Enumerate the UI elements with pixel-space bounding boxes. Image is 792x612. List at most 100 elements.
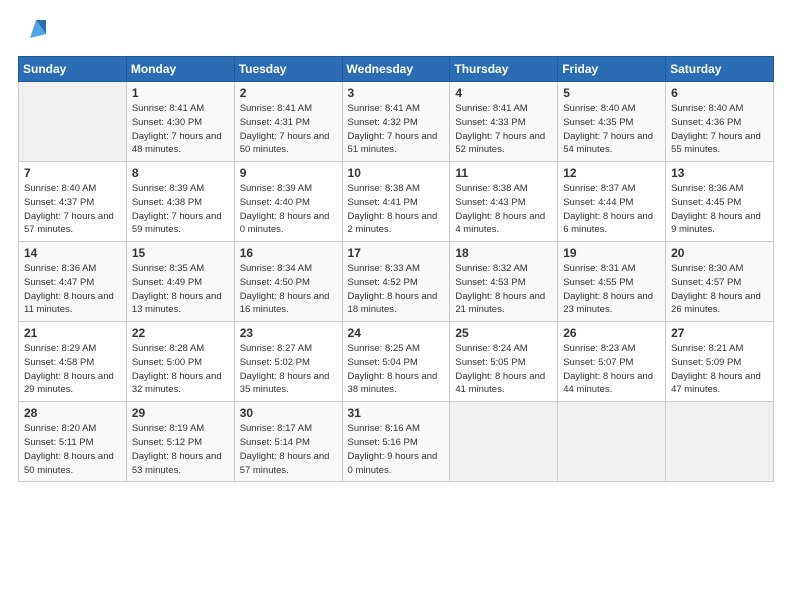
calendar-cell: 6 Sunrise: 8:40 AM Sunset: 4:36 PM Daylig… xyxy=(666,82,774,162)
day-number: 10 xyxy=(348,166,445,180)
calendar-cell: 30 Sunrise: 8:17 AM Sunset: 5:14 PM Dayli… xyxy=(234,402,342,482)
day-number: 6 xyxy=(671,86,768,100)
calendar-cell: 19 Sunrise: 8:31 AM Sunset: 4:55 PM Dayli… xyxy=(558,242,666,322)
calendar-cell: 22 Sunrise: 8:28 AM Sunset: 5:00 PM Dayli… xyxy=(126,322,234,402)
calendar-cell: 11 Sunrise: 8:38 AM Sunset: 4:43 PM Dayli… xyxy=(450,162,558,242)
day-number: 4 xyxy=(455,86,552,100)
day-number: 8 xyxy=(132,166,229,180)
day-number: 19 xyxy=(563,246,660,260)
calendar-cell: 15 Sunrise: 8:35 AM Sunset: 4:49 PM Dayli… xyxy=(126,242,234,322)
calendar-cell: 1 Sunrise: 8:41 AM Sunset: 4:30 PM Daylig… xyxy=(126,82,234,162)
logo xyxy=(18,16,52,46)
day-number: 12 xyxy=(563,166,660,180)
day-info: Sunrise: 8:35 AM Sunset: 4:49 PM Dayligh… xyxy=(132,262,229,317)
day-number: 1 xyxy=(132,86,229,100)
day-header: Thursday xyxy=(450,57,558,82)
calendar-cell: 26 Sunrise: 8:23 AM Sunset: 5:07 PM Dayli… xyxy=(558,322,666,402)
day-number: 26 xyxy=(563,326,660,340)
calendar-week: 14Sunrise: 8:36 AM Sunset: 4:47 PM Dayli… xyxy=(19,242,774,322)
day-info: Sunrise: 8:23 AM Sunset: 5:07 PM Dayligh… xyxy=(563,342,660,397)
calendar-cell: 12 Sunrise: 8:37 AM Sunset: 4:44 PM Dayli… xyxy=(558,162,666,242)
calendar-cell: 10 Sunrise: 8:38 AM Sunset: 4:41 PM Dayli… xyxy=(342,162,450,242)
day-number: 14 xyxy=(24,246,121,260)
calendar-cell: 4Sunrise: 8:41 AM Sunset: 4:33 PM Daylig… xyxy=(450,82,558,162)
calendar-cell: 21 Sunrise: 8:29 AM Sunset: 4:58 PM Dayli… xyxy=(19,322,127,402)
day-number: 20 xyxy=(671,246,768,260)
day-number: 17 xyxy=(348,246,445,260)
day-number: 27 xyxy=(671,326,768,340)
calendar-table: SundayMondayTuesdayWednesdayThursdayFrid… xyxy=(18,56,774,482)
day-info: Sunrise: 8:38 AM Sunset: 4:43 PM Dayligh… xyxy=(455,182,552,237)
day-info: Sunrise: 8:41 AM Sunset: 4:31 PM Dayligh… xyxy=(240,102,337,157)
calendar-page: SundayMondayTuesdayWednesdayThursdayFrid… xyxy=(0,0,792,612)
day-info: Sunrise: 8:17 AM Sunset: 5:14 PM Dayligh… xyxy=(240,422,337,477)
calendar-cell: 8 Sunrise: 8:39 AM Sunset: 4:38 PM Daylig… xyxy=(126,162,234,242)
calendar-week: 1 Sunrise: 8:41 AM Sunset: 4:30 PM Daylig… xyxy=(19,82,774,162)
calendar-week: 7 Sunrise: 8:40 AM Sunset: 4:37 PM Daylig… xyxy=(19,162,774,242)
day-number: 7 xyxy=(24,166,121,180)
calendar-week: 28Sunrise: 8:20 AM Sunset: 5:11 PM Dayli… xyxy=(19,402,774,482)
calendar-cell xyxy=(450,402,558,482)
day-number: 21 xyxy=(24,326,121,340)
calendar-cell: 16 Sunrise: 8:34 AM Sunset: 4:50 PM Dayli… xyxy=(234,242,342,322)
day-header: Sunday xyxy=(19,57,127,82)
calendar-cell xyxy=(19,82,127,162)
calendar-cell: 17 Sunrise: 8:33 AM Sunset: 4:52 PM Dayli… xyxy=(342,242,450,322)
day-info: Sunrise: 8:25 AM Sunset: 5:04 PM Dayligh… xyxy=(348,342,445,397)
day-info: Sunrise: 8:27 AM Sunset: 5:02 PM Dayligh… xyxy=(240,342,337,397)
calendar-cell: 25 Sunrise: 8:24 AM Sunset: 5:05 PM Dayli… xyxy=(450,322,558,402)
day-info: Sunrise: 8:28 AM Sunset: 5:00 PM Dayligh… xyxy=(132,342,229,397)
day-number: 28 xyxy=(24,406,121,420)
calendar-cell: 20 Sunrise: 8:30 AM Sunset: 4:57 PM Dayli… xyxy=(666,242,774,322)
day-number: 13 xyxy=(671,166,768,180)
calendar-cell: 13 Sunrise: 8:36 AM Sunset: 4:45 PM Dayli… xyxy=(666,162,774,242)
day-number: 15 xyxy=(132,246,229,260)
calendar-cell: 29 Sunrise: 8:19 AM Sunset: 5:12 PM Dayli… xyxy=(126,402,234,482)
calendar-cell: 3Sunrise: 8:41 AM Sunset: 4:32 PM Daylig… xyxy=(342,82,450,162)
day-info: Sunrise: 8:31 AM Sunset: 4:55 PM Dayligh… xyxy=(563,262,660,317)
day-number: 11 xyxy=(455,166,552,180)
day-info: Sunrise: 8:38 AM Sunset: 4:41 PM Dayligh… xyxy=(348,182,445,237)
day-info: Sunrise: 8:29 AM Sunset: 4:58 PM Dayligh… xyxy=(24,342,121,397)
day-info: Sunrise: 8:30 AM Sunset: 4:57 PM Dayligh… xyxy=(671,262,768,317)
day-number: 25 xyxy=(455,326,552,340)
day-info: Sunrise: 8:40 AM Sunset: 4:35 PM Dayligh… xyxy=(563,102,660,157)
day-info: Sunrise: 8:16 AM Sunset: 5:16 PM Dayligh… xyxy=(348,422,445,477)
day-info: Sunrise: 8:19 AM Sunset: 5:12 PM Dayligh… xyxy=(132,422,229,477)
calendar-cell: 5Sunrise: 8:40 AM Sunset: 4:35 PM Daylig… xyxy=(558,82,666,162)
day-info: Sunrise: 8:41 AM Sunset: 4:30 PM Dayligh… xyxy=(132,102,229,157)
calendar-cell: 2 Sunrise: 8:41 AM Sunset: 4:31 PM Daylig… xyxy=(234,82,342,162)
day-info: Sunrise: 8:40 AM Sunset: 4:36 PM Dayligh… xyxy=(671,102,768,157)
logo-icon xyxy=(18,16,48,46)
calendar-cell: 31Sunrise: 8:16 AM Sunset: 5:16 PM Dayli… xyxy=(342,402,450,482)
calendar-cell: 7 Sunrise: 8:40 AM Sunset: 4:37 PM Daylig… xyxy=(19,162,127,242)
day-info: Sunrise: 8:21 AM Sunset: 5:09 PM Dayligh… xyxy=(671,342,768,397)
day-info: Sunrise: 8:34 AM Sunset: 4:50 PM Dayligh… xyxy=(240,262,337,317)
day-info: Sunrise: 8:33 AM Sunset: 4:52 PM Dayligh… xyxy=(348,262,445,317)
day-header: Saturday xyxy=(666,57,774,82)
day-number: 16 xyxy=(240,246,337,260)
calendar-cell: 28Sunrise: 8:20 AM Sunset: 5:11 PM Dayli… xyxy=(19,402,127,482)
day-header: Tuesday xyxy=(234,57,342,82)
calendar-cell xyxy=(666,402,774,482)
day-number: 29 xyxy=(132,406,229,420)
calendar-week: 21 Sunrise: 8:29 AM Sunset: 4:58 PM Dayli… xyxy=(19,322,774,402)
day-number: 30 xyxy=(240,406,337,420)
day-number: 22 xyxy=(132,326,229,340)
day-info: Sunrise: 8:37 AM Sunset: 4:44 PM Dayligh… xyxy=(563,182,660,237)
day-info: Sunrise: 8:41 AM Sunset: 4:32 PM Dayligh… xyxy=(348,102,445,157)
day-info: Sunrise: 8:36 AM Sunset: 4:45 PM Dayligh… xyxy=(671,182,768,237)
day-info: Sunrise: 8:39 AM Sunset: 4:40 PM Dayligh… xyxy=(240,182,337,237)
day-info: Sunrise: 8:40 AM Sunset: 4:37 PM Dayligh… xyxy=(24,182,121,237)
day-info: Sunrise: 8:24 AM Sunset: 5:05 PM Dayligh… xyxy=(455,342,552,397)
day-number: 9 xyxy=(240,166,337,180)
day-number: 2 xyxy=(240,86,337,100)
day-header: Monday xyxy=(126,57,234,82)
day-header: Wednesday xyxy=(342,57,450,82)
day-number: 24 xyxy=(348,326,445,340)
day-info: Sunrise: 8:32 AM Sunset: 4:53 PM Dayligh… xyxy=(455,262,552,317)
day-number: 23 xyxy=(240,326,337,340)
header xyxy=(18,16,774,46)
calendar-cell: 14Sunrise: 8:36 AM Sunset: 4:47 PM Dayli… xyxy=(19,242,127,322)
day-info: Sunrise: 8:39 AM Sunset: 4:38 PM Dayligh… xyxy=(132,182,229,237)
